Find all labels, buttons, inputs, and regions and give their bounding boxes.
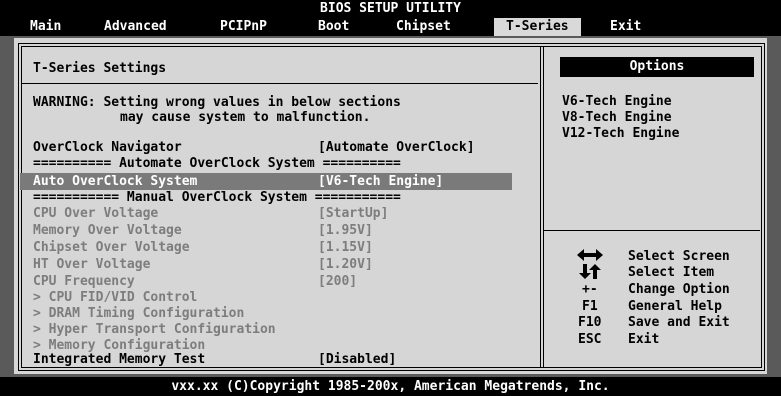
menu-main[interactable]: Main — [30, 18, 61, 36]
manual-separator: =========== Manual OverClock System ====… — [33, 190, 401, 205]
bios-title: BIOS SETUP UTILITY — [320, 1, 461, 16]
panel-divider-2 — [543, 46, 544, 368]
title-divider — [22, 83, 538, 84]
help-change-key: +- — [582, 282, 598, 297]
cpu-frequency-label[interactable]: CPU Frequency — [33, 274, 135, 289]
menu-t-series[interactable]: T-Series — [494, 18, 581, 36]
top-menu-bar: BIOS SETUP UTILITY Main Advanced PCIPnP … — [0, 0, 781, 36]
memory-voltage-label[interactable]: Memory Over Voltage — [33, 223, 182, 238]
menu-exit[interactable]: Exit — [610, 18, 641, 36]
panel-divider — [540, 46, 541, 368]
help-divider — [543, 230, 760, 231]
warning-line-2: may cause system to malfunction. — [120, 110, 371, 125]
option-v6[interactable]: V6-Tech Engine — [562, 94, 672, 109]
copyright-footer: vxx.xx (C)Copyright 1985-200x, American … — [0, 377, 781, 396]
auto-overclock-value[interactable]: [V6-Tech Engine] — [318, 174, 443, 189]
menu-pcipnp[interactable]: PCIPnP — [220, 18, 267, 36]
help-esc-key: ESC — [578, 332, 602, 347]
memory-voltage-value[interactable]: [1.95V] — [318, 223, 373, 238]
option-v12[interactable]: V12-Tech Engine — [562, 126, 679, 141]
chipset-voltage-value[interactable]: [1.15V] — [318, 240, 373, 255]
submenu-memory-config[interactable]: > Memory Configuration — [33, 338, 205, 353]
submenu-dram-timing[interactable]: > DRAM Timing Configuration — [33, 306, 244, 321]
ht-voltage-value[interactable]: [1.20V] — [318, 257, 373, 272]
warning-line-1: WARNING: Setting wrong values in below s… — [33, 95, 401, 110]
menu-boot[interactable]: Boot — [318, 18, 349, 36]
menu-advanced[interactable]: Advanced — [104, 18, 167, 36]
menu-chipset[interactable]: Chipset — [396, 18, 451, 36]
submenu-hyper-transport[interactable]: > Hyper Transport Configuration — [33, 322, 276, 337]
help-f10-key: F10 — [578, 315, 602, 330]
help-esc-desc: Exit — [628, 332, 660, 347]
help-select-screen: Select Screen — [628, 249, 730, 264]
automate-separator: ========== Automate OverClock System ===… — [33, 156, 401, 171]
options-header: Options — [560, 57, 754, 77]
left-right-arrow-icon — [577, 249, 603, 261]
cpu-voltage-label[interactable]: CPU Over Voltage — [33, 206, 158, 221]
ht-voltage-label[interactable]: HT Over Voltage — [33, 257, 150, 272]
memory-test-value[interactable]: [Disabled] — [318, 352, 396, 367]
help-f1-key: F1 — [582, 299, 598, 314]
arrow-keys-icon — [577, 249, 603, 279]
help-f1-desc: General Help — [628, 299, 722, 314]
help-select-item: Select Item — [628, 265, 715, 280]
down-arrow-icon — [579, 264, 591, 279]
cpu-frequency-value[interactable]: [200] — [318, 274, 357, 289]
help-change-option: Change Option — [628, 282, 730, 297]
overclock-navigator-value[interactable]: [Automate OverClock] — [318, 140, 475, 155]
auto-overclock-label[interactable]: Auto OverClock System — [33, 174, 197, 189]
overclock-navigator-label[interactable]: OverClock Navigator — [33, 140, 182, 155]
option-v8[interactable]: V8-Tech Engine — [562, 110, 672, 125]
memory-test-label[interactable]: Integrated Memory Test — [33, 352, 205, 367]
up-arrow-icon — [589, 264, 601, 279]
panel-title: T-Series Settings — [33, 61, 167, 76]
help-f10-desc: Save and Exit — [628, 315, 730, 330]
submenu-cpu-fid-vid[interactable]: > CPU FID/VID Control — [33, 290, 197, 305]
chipset-voltage-label[interactable]: Chipset Over Voltage — [33, 240, 190, 255]
cpu-voltage-value[interactable]: [StartUp] — [318, 206, 388, 221]
